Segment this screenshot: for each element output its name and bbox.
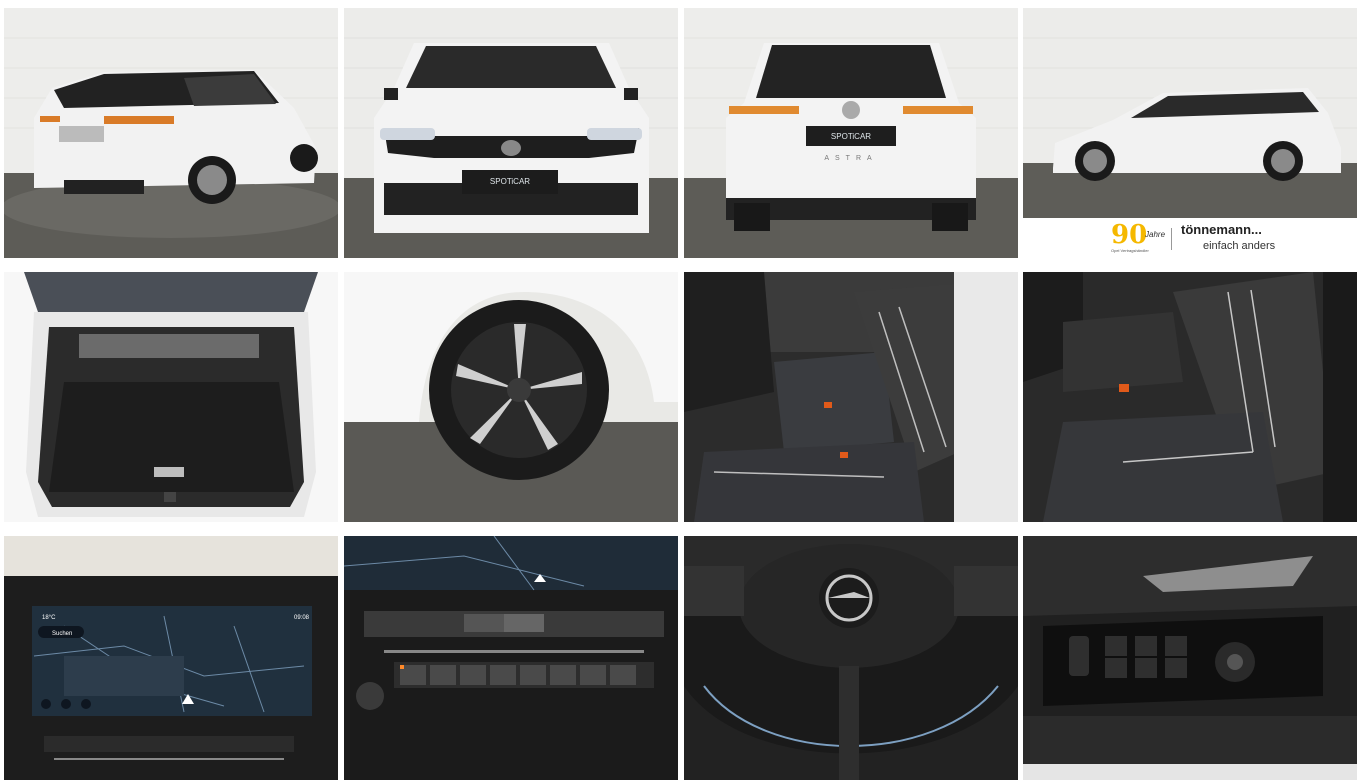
car-rear-three-quarter-image	[4, 8, 338, 258]
dealer-slogan: einfach anders	[1203, 240, 1276, 252]
photo-rear[interactable]: SPOTiCAR ASTRA	[684, 8, 1018, 258]
photo-gallery: SPOTiCAR SPOTiCAR ASTRA 90 Jahre Opel Ve…	[0, 0, 1365, 780]
infotainment-image: 18°C 09:08 Suchen	[4, 536, 338, 780]
anniversary-subtitle: Opel Vertragshändler	[1111, 248, 1149, 253]
photo-wheel[interactable]	[344, 272, 678, 522]
photo-infotainment[interactable]: 18°C 09:08 Suchen	[4, 536, 338, 780]
photo-rear-seats[interactable]	[684, 272, 1018, 522]
front-seat-image	[1023, 272, 1357, 522]
photo-front-seat[interactable]	[1023, 272, 1357, 522]
rear-model-badge: ASTRA	[824, 155, 877, 162]
dealer-banner: 90 Jahre Opel Vertragshändler tönnemann.…	[1023, 220, 1357, 258]
anniversary-number: 90	[1111, 220, 1148, 250]
dealer-brand-name: tönnemann...	[1181, 222, 1262, 237]
photo-side[interactable]: 90 Jahre Opel Vertragshändler tönnemann.…	[1023, 8, 1357, 258]
wheel-image	[344, 272, 678, 522]
photo-front[interactable]: SPOTiCAR	[344, 8, 678, 258]
car-front-image: SPOTiCAR	[344, 8, 678, 258]
photo-door-controls[interactable]	[1023, 536, 1357, 780]
anniversary-word: Jahre	[1145, 230, 1166, 239]
climate-controls-image	[344, 536, 678, 780]
screen-search-label: Suchen	[52, 631, 72, 637]
photo-steering-wheel[interactable]	[684, 536, 1018, 780]
photo-rear-three-quarter[interactable]	[4, 8, 338, 258]
photo-trunk[interactable]	[4, 272, 338, 522]
photo-climate-controls[interactable]	[344, 536, 678, 780]
car-rear-image: SPOTiCAR ASTRA	[684, 8, 1018, 258]
steering-wheel-image	[684, 536, 1018, 780]
screen-temperature: 18°C	[42, 615, 56, 621]
rear-seats-image	[684, 272, 1018, 522]
rear-plate-brand: SPOTiCAR	[831, 132, 871, 141]
dealer-divider	[1171, 228, 1172, 250]
door-controls-image	[1023, 536, 1357, 780]
front-plate-brand: SPOTiCAR	[490, 177, 530, 186]
trunk-image	[4, 272, 338, 522]
screen-clock: 09:08	[294, 615, 310, 621]
